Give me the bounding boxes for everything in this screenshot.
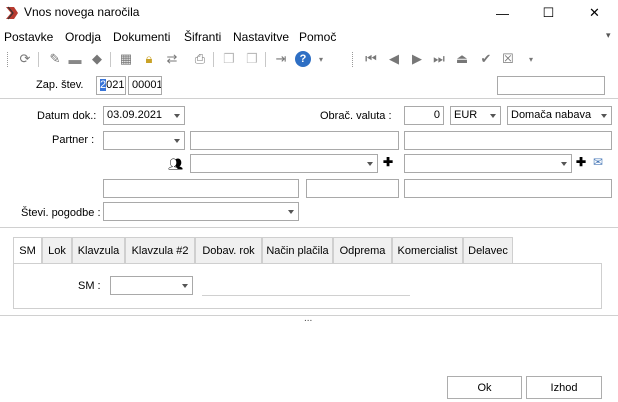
menu-dokumenti[interactable]: Dokumenti (113, 30, 170, 44)
address-dropdown[interactable] (404, 154, 572, 173)
nabava-dropdown[interactable]: Domača nabava (507, 106, 612, 125)
help-icon[interactable]: ? (295, 51, 311, 67)
menu-sifranti[interactable]: Šifranti (184, 30, 221, 44)
chevron-down-icon (174, 139, 180, 143)
open-folder-icon[interactable]: ▬ (67, 51, 83, 67)
chevron-down-icon (601, 114, 607, 118)
window-title: Vnos novega naročila (24, 5, 140, 19)
menu-pomoc[interactable]: Pomoč (299, 30, 336, 44)
copy-icon[interactable]: ❐ (221, 51, 237, 67)
chevron-down-icon (490, 114, 496, 118)
cancel-icon[interactable]: ☒ (500, 51, 516, 67)
menu-postavke[interactable]: Postavke (4, 30, 53, 44)
sm-label: SM : (78, 280, 101, 292)
year-value: 021 (106, 79, 125, 91)
datum-value: 03.09.2021 (107, 109, 163, 121)
transfer-icon[interactable]: ⇄ (164, 51, 180, 67)
document-number-field[interactable]: 00001 (128, 76, 162, 95)
document-status-field[interactable] (497, 76, 605, 95)
izhod-button[interactable]: Izhod (526, 376, 602, 399)
nabava-value: Domača nabava (511, 109, 592, 121)
tab-dobav-rok[interactable]: Dobav. rok (195, 237, 262, 263)
obrac-valuta-label: Obrač. valuta : (320, 110, 392, 122)
city-field[interactable] (404, 179, 612, 198)
print-icon[interactable]: ⎙ (192, 51, 208, 67)
tab-klavzula-2[interactable]: Klavzula #2 (125, 237, 195, 263)
confirm-icon[interactable]: ✔ (478, 51, 494, 67)
mail-icon[interactable]: ✉ (593, 155, 603, 169)
ok-button[interactable]: Ok (447, 376, 522, 399)
sm-dropdown[interactable] (110, 276, 193, 295)
last-record-icon[interactable]: ⏭ (431, 51, 447, 67)
first-record-icon[interactable]: ⏮ (363, 51, 379, 67)
menu-orodja[interactable]: Orodja (65, 30, 101, 44)
toolbar: ⟳ ✎ ▬ ◆ ▦ 🔒︎ ⇄ ⎙ ❐ ❐ ⇥ ? ▾ ⏮ ◀ ▶ ⏭ ⏏ ✔ ☒… (0, 48, 618, 72)
exit-icon[interactable]: ⇥ (273, 51, 289, 67)
partner-name-field[interactable] (190, 131, 399, 150)
eject-icon[interactable]: ⏏ (454, 51, 470, 67)
stev-pogodbe-label: Števi. pogodbe : (21, 207, 101, 219)
next-record-icon[interactable]: ▶ (409, 51, 425, 67)
document-number-row: Zap. štev. 2021 00001 (0, 73, 618, 97)
chevron-down-icon (174, 114, 180, 118)
title-bar: Vnos novega naročila — ☐ ✕ (0, 0, 618, 26)
eraser-icon[interactable]: ◆ (89, 51, 105, 67)
partner-extra-field[interactable] (404, 131, 612, 150)
partner-dropdown[interactable] (103, 131, 185, 150)
lock-icon[interactable]: 🔒︎ (141, 51, 157, 67)
refresh-icon[interactable]: ⟳ (17, 51, 33, 67)
paste-icon[interactable]: ❐ (244, 51, 260, 67)
contact-person-icon[interactable]: 👥︎ (168, 157, 183, 171)
currency-value: EUR (454, 109, 478, 121)
exchange-rate-field[interactable]: 0 (404, 106, 444, 125)
maximize-button[interactable]: ☐ (526, 0, 571, 26)
partner-label: Partner : (52, 134, 95, 146)
menu-nastavitve[interactable]: Nastavitve (233, 30, 289, 44)
address-line-field[interactable] (103, 179, 299, 198)
tab-panel-sm: SM : (13, 263, 602, 309)
tab-lok[interactable]: Lok (42, 237, 72, 263)
menu-overflow-icon[interactable]: ▾ (606, 30, 611, 41)
contact-dropdown[interactable] (190, 154, 378, 173)
tab-sm[interactable]: SM (13, 237, 42, 264)
tab-klavzula[interactable]: Klavzula (72, 237, 125, 263)
splitter-handle[interactable]: ... (304, 313, 312, 324)
edit-icon[interactable]: ✎ (47, 51, 63, 67)
tab-delavec[interactable]: Delavec (463, 237, 513, 263)
minimize-button[interactable]: — (480, 0, 525, 26)
app-logo-icon (6, 6, 18, 20)
contract-dropdown[interactable] (103, 202, 299, 221)
chevron-down-icon (182, 284, 188, 288)
currency-dropdown[interactable]: EUR (450, 106, 501, 125)
tab-odprema[interactable]: Odprema (333, 237, 392, 263)
add-contact-icon[interactable]: ✚ (383, 155, 393, 169)
year-field[interactable]: 2021 (96, 76, 126, 95)
zap-stev-label: Zap. štev. (36, 79, 84, 91)
datum-dropdown[interactable]: 03.09.2021 (103, 106, 185, 125)
prev-record-icon[interactable]: ◀ (386, 51, 402, 67)
datum-label: Datum dok.: (37, 110, 97, 122)
chevron-down-icon (561, 162, 567, 166)
tab-komercialist[interactable]: Komercialist (392, 237, 463, 263)
chevron-down-icon (288, 210, 294, 214)
more-dropdown-icon[interactable]: ▾ (523, 51, 539, 67)
close-button[interactable]: ✕ (572, 0, 617, 26)
add-address-icon[interactable]: ✚ (576, 155, 586, 169)
chevron-down-icon (367, 162, 373, 166)
calculator-icon[interactable]: ▦ (118, 51, 134, 67)
help-dropdown-icon[interactable]: ▾ (313, 51, 329, 67)
postal-code-field[interactable] (306, 179, 399, 198)
menu-bar: Postavke Orodja Dokumenti Šifranti Nasta… (0, 28, 618, 46)
tab-nacin-placila[interactable]: Način plačila (262, 237, 333, 263)
